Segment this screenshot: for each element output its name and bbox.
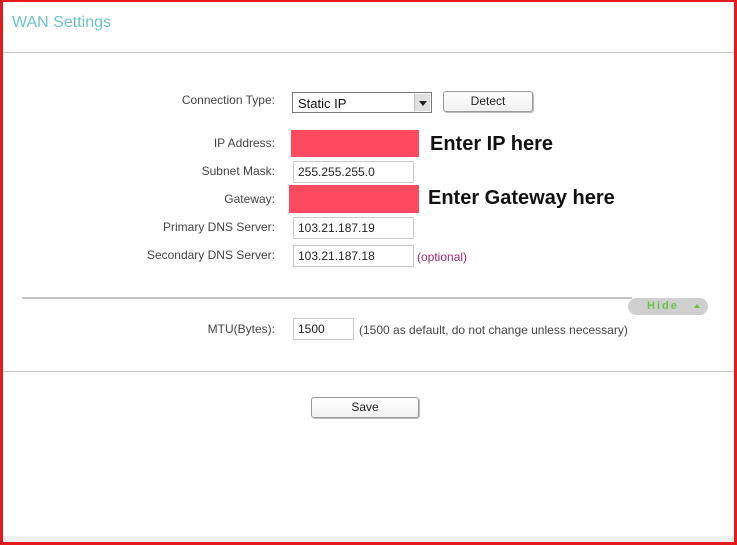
advanced-divider <box>22 297 632 299</box>
ip-address-label: IP Address: <box>213 136 275 150</box>
page-title: WAN Settings <box>12 14 111 31</box>
gateway-label: Gateway: <box>224 192 275 206</box>
gateway-annotation: Enter Gateway here <box>428 187 615 209</box>
primary-dns-input[interactable]: 103.21.187.19 <box>293 217 414 239</box>
ip-address-input[interactable] <box>291 130 419 157</box>
chevron-down-icon[interactable] <box>414 94 430 111</box>
subnet-mask-label: Subnet Mask: <box>201 164 275 178</box>
title-divider <box>3 52 734 53</box>
gateway-input[interactable] <box>289 185 419 213</box>
hide-toggle-label: Hide <box>647 300 679 312</box>
hide-toggle[interactable]: Hide <box>628 298 708 315</box>
secondary-dns-input[interactable]: 103.21.187.18 <box>293 245 414 267</box>
connection-type-select[interactable]: Static IP <box>292 92 432 113</box>
detect-button[interactable]: Detect <box>443 91 533 112</box>
ip-annotation: Enter IP here <box>430 133 554 155</box>
footer-divider <box>3 371 734 372</box>
subnet-mask-input[interactable]: 255.255.255.0 <box>293 161 414 183</box>
connection-type-value: Static IP <box>298 96 347 111</box>
save-button[interactable]: Save <box>311 397 419 418</box>
mtu-hint: (1500 as default, do not change unless n… <box>359 323 628 337</box>
mtu-input[interactable]: 1500 <box>293 318 354 340</box>
bottom-strip <box>3 536 734 542</box>
optional-note: (optional) <box>417 250 468 264</box>
chevron-up-icon <box>694 304 700 308</box>
page-frame <box>0 0 737 545</box>
secondary-dns-label: Secondary DNS Server: <box>146 248 275 262</box>
connection-type-label: Connection Type: <box>181 93 275 107</box>
mtu-label: MTU(Bytes): <box>207 322 275 336</box>
primary-dns-label: Primary DNS Server: <box>162 220 275 234</box>
